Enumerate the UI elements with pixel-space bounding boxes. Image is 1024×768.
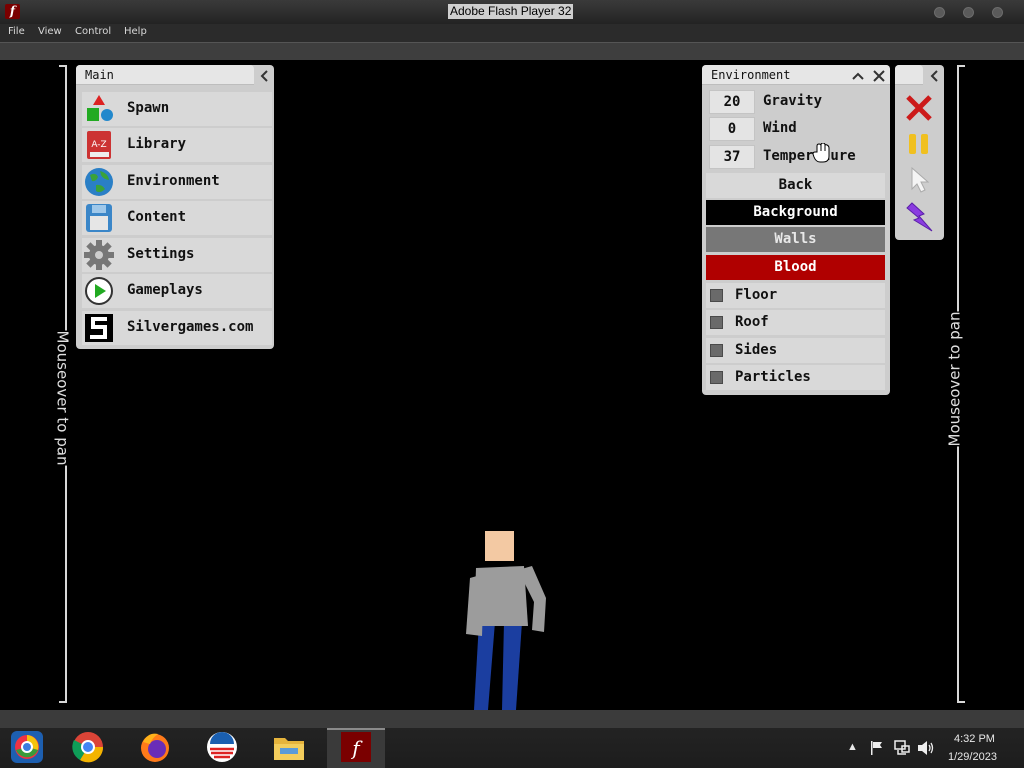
menu-item-library-label: Library — [127, 136, 187, 152]
file-explorer-icon[interactable] — [272, 730, 306, 764]
gear-icon — [84, 240, 114, 270]
main-panel-title: Main — [85, 68, 114, 82]
close-x-icon[interactable] — [905, 94, 933, 122]
clock-time[interactable]: 4:32 PM — [954, 733, 995, 745]
environment-panel-title: Environment — [711, 68, 791, 82]
globe-icon — [84, 167, 114, 197]
cursor-icon[interactable] — [910, 166, 932, 193]
firefox-icon[interactable] — [138, 730, 172, 764]
roof-toggle[interactable]: Roof — [706, 310, 885, 335]
blood-color-button[interactable]: Blood — [706, 255, 885, 280]
menu-item-environment-label: Environment — [127, 173, 220, 189]
shapes-icon — [84, 94, 114, 124]
screen: f Adobe Flash Player 32 File View Contro… — [0, 0, 1024, 768]
menu-item-settings-label: Settings — [127, 246, 195, 262]
pan-right-hint: Mouseover to pan — [939, 311, 970, 447]
minimize-button[interactable] — [934, 7, 945, 18]
walls-color-button[interactable]: Walls — [706, 227, 885, 252]
tool-panel-header — [895, 65, 923, 85]
pan-left-tick-top — [59, 65, 67, 67]
chrome-icon[interactable] — [71, 730, 105, 764]
pan-right-tick-bottom — [957, 701, 965, 703]
particles-checkbox[interactable] — [710, 371, 723, 384]
network-icon[interactable] — [894, 740, 910, 756]
flash-icon: f — [5, 4, 20, 19]
tool-panel — [895, 65, 944, 240]
sides-toggle[interactable]: Sides — [706, 338, 885, 363]
sides-label: Sides — [735, 342, 778, 358]
roof-label: Roof — [735, 314, 769, 330]
menu-item-spawn-label: Spawn — [127, 100, 170, 116]
window-title: Adobe Flash Player 32 — [448, 4, 574, 19]
main-panel: Main Spawn A-Z Library Environment Conte… — [76, 65, 274, 349]
wind-label: Wind — [763, 120, 797, 136]
menu-item-gameplays-label: Gameplays — [127, 282, 203, 298]
close-button[interactable] — [992, 7, 1003, 18]
temperature-label: Temperature — [763, 148, 856, 164]
a-z-book-icon: A-Z — [84, 130, 114, 160]
menu-item-gameplays[interactable]: Gameplays — [82, 274, 272, 308]
menu-item-library[interactable]: A-Z Library — [82, 128, 272, 162]
chevron-up-icon[interactable] — [850, 67, 866, 85]
chromium-icon[interactable] — [10, 730, 44, 764]
flash-player-icon[interactable]: f — [339, 730, 373, 764]
temperature-row: 37 Temperature — [707, 144, 885, 169]
wind-row: 0 Wind — [707, 116, 885, 141]
floppy-disk-icon — [84, 203, 114, 233]
menu-item-silvergames-label: Silvergames.com — [127, 319, 254, 335]
chevron-left-icon[interactable] — [256, 67, 272, 85]
close-icon[interactable] — [871, 67, 887, 85]
svg-text:A-Z: A-Z — [91, 140, 106, 150]
main-panel-header: Main — [76, 65, 254, 85]
campaign-logo-icon[interactable] — [205, 730, 239, 764]
silvergames-logo-icon — [84, 313, 114, 343]
maximize-button[interactable] — [963, 7, 974, 18]
menu-item-content-label: Content — [127, 209, 187, 225]
floor-checkbox[interactable] — [710, 289, 723, 302]
gravity-input[interactable]: 20 — [709, 90, 755, 114]
play-icon — [84, 276, 114, 306]
volume-icon[interactable] — [917, 740, 935, 756]
menu-view[interactable]: View — [38, 26, 62, 37]
menu-control[interactable]: Control — [75, 26, 111, 37]
pause-icon[interactable] — [907, 132, 931, 156]
wind-input[interactable]: 0 — [709, 117, 755, 141]
pan-left-tick-bottom — [59, 701, 67, 703]
menu-item-environment[interactable]: Environment — [82, 165, 272, 199]
tray-overflow-icon[interactable]: ▲ — [847, 741, 858, 753]
menu-item-content[interactable]: Content — [82, 201, 272, 235]
floor-label: Floor — [735, 287, 778, 303]
menu-file[interactable]: File — [8, 26, 25, 37]
menu-help[interactable]: Help — [124, 26, 147, 37]
environment-panel: Environment 20 Gravity 0 Wind 37 Tempera… — [702, 65, 890, 395]
chevron-left-icon[interactable] — [926, 67, 942, 85]
ragdoll-character[interactable] — [462, 530, 552, 710]
menu-item-settings[interactable]: Settings — [82, 238, 272, 272]
window-titlebar: f Adobe Flash Player 32 — [0, 0, 1024, 24]
temperature-input[interactable]: 37 — [709, 145, 755, 169]
sides-checkbox[interactable] — [710, 344, 723, 357]
menu-bar: File View Control Help — [0, 24, 1024, 42]
menu-item-silvergames[interactable]: Silvergames.com — [82, 311, 272, 345]
clock-date[interactable]: 1/29/2023 — [948, 751, 997, 763]
gravity-row: 20 Gravity — [707, 89, 885, 114]
background-color-button[interactable]: Background — [706, 200, 885, 225]
hand-cursor-icon — [812, 142, 830, 163]
roof-checkbox[interactable] — [710, 316, 723, 329]
lightning-icon[interactable] — [904, 202, 934, 234]
gravity-label: Gravity — [763, 93, 823, 109]
pan-right-tick-top — [957, 65, 965, 67]
particles-label: Particles — [735, 369, 811, 385]
flag-icon[interactable] — [870, 740, 884, 756]
pan-left-hint: Mouseover to pan — [47, 330, 78, 466]
floor-toggle[interactable]: Floor — [706, 283, 885, 308]
back-button[interactable]: Back — [706, 173, 885, 198]
particles-toggle[interactable]: Particles — [706, 365, 885, 390]
menu-item-spawn[interactable]: Spawn — [82, 92, 272, 126]
toolbar-strip — [0, 42, 1024, 60]
